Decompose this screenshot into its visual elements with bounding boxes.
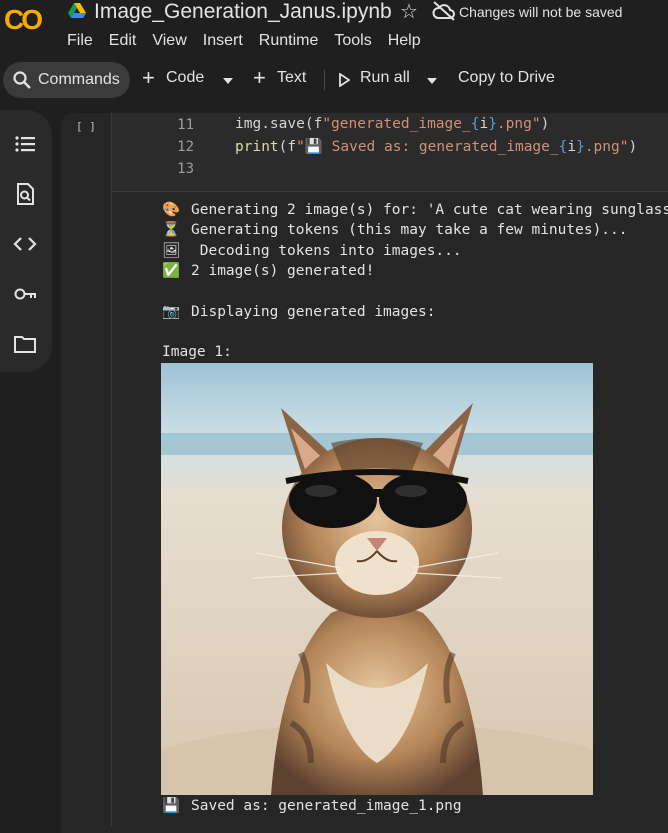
output-line: ✅ 2 image(s) generated! — [162, 263, 375, 279]
add-code-icon[interactable]: + — [142, 65, 155, 91]
play-icon[interactable] — [339, 73, 350, 87]
check-icon: ✅ — [162, 263, 181, 279]
toolbar: Commands + Code + Text Run all Copy to D… — [0, 60, 668, 100]
menu-tools[interactable]: Tools — [334, 32, 371, 50]
menu-view[interactable]: View — [152, 32, 186, 50]
app-header: CO Image_Generation_Janus.ipynb ☆ Change… — [0, 0, 668, 60]
hourglass-icon: ⏳ — [162, 222, 181, 238]
menu-edit[interactable]: Edit — [109, 32, 137, 50]
cell-run-button[interactable]: [ ] — [76, 120, 96, 133]
copy-to-drive-button[interactable]: Copy to Drive — [458, 69, 555, 87]
commands-button[interactable]: Commands — [3, 62, 130, 98]
output-line: ⏳ Generating tokens (this may take a few … — [162, 222, 628, 238]
image-label: Image 1: — [162, 344, 232, 360]
add-text-button[interactable]: Text — [277, 69, 306, 87]
camera-icon: 📷 — [162, 304, 181, 320]
menu-bar: File Edit View Insert Runtime Tools Help — [67, 32, 437, 50]
add-code-button[interactable]: Code — [166, 69, 204, 87]
search-icon — [13, 71, 31, 89]
code-line-12[interactable]: print(f"💾 Saved as: generated_image_{i}.… — [235, 138, 637, 155]
commands-label: Commands — [38, 71, 120, 88]
output-divider — [111, 191, 668, 192]
add-text-icon[interactable]: + — [253, 65, 266, 91]
colab-logo[interactable]: CO — [4, 4, 43, 36]
menu-file[interactable]: File — [67, 32, 93, 50]
menu-runtime[interactable]: Runtime — [259, 32, 319, 50]
cloud-off-icon — [432, 1, 455, 21]
code-snippets-icon[interactable] — [13, 232, 37, 256]
star-icon[interactable]: ☆ — [400, 0, 418, 24]
floppy-disk-icon: 💾 — [162, 798, 181, 814]
secrets-key-icon[interactable] — [13, 282, 37, 306]
find-icon[interactable] — [13, 182, 37, 206]
side-rail — [0, 110, 52, 372]
menu-insert[interactable]: Insert — [203, 32, 243, 50]
output-line: 📷 Displaying generated images: — [162, 304, 436, 320]
saved-output-line: 💾 Saved as: generated_image_1.png — [162, 798, 462, 814]
google-drive-icon[interactable] — [68, 3, 86, 19]
menu-help[interactable]: Help — [388, 32, 421, 50]
toolbar-divider — [324, 70, 325, 90]
output-gutter — [111, 192, 112, 826]
picture-icon: 🖼 — [162, 243, 181, 259]
generated-cat-image — [161, 363, 593, 795]
output-line: 🖼 Decoding tokens into images... — [162, 243, 462, 259]
line-number: 12 — [177, 139, 194, 155]
save-status[interactable]: Changes will not be saved — [459, 4, 622, 20]
palette-icon: 🎨 — [162, 202, 181, 218]
run-all-dropdown-icon[interactable] — [427, 78, 437, 84]
run-all-button[interactable]: Run all — [360, 69, 410, 87]
line-number: 11 — [177, 117, 194, 133]
code-dropdown-icon[interactable] — [223, 78, 233, 84]
files-folder-icon[interactable] — [13, 332, 37, 356]
line-number: 13 — [177, 161, 194, 177]
notebook-title[interactable]: Image_Generation_Janus.ipynb — [94, 0, 392, 24]
table-of-contents-icon[interactable] — [13, 132, 37, 156]
output-line: 🎨 Generating 2 image(s) for: 'A cute cat … — [162, 202, 668, 218]
code-line-11[interactable]: img.save(f"generated_image_{i}.png") — [235, 116, 549, 132]
